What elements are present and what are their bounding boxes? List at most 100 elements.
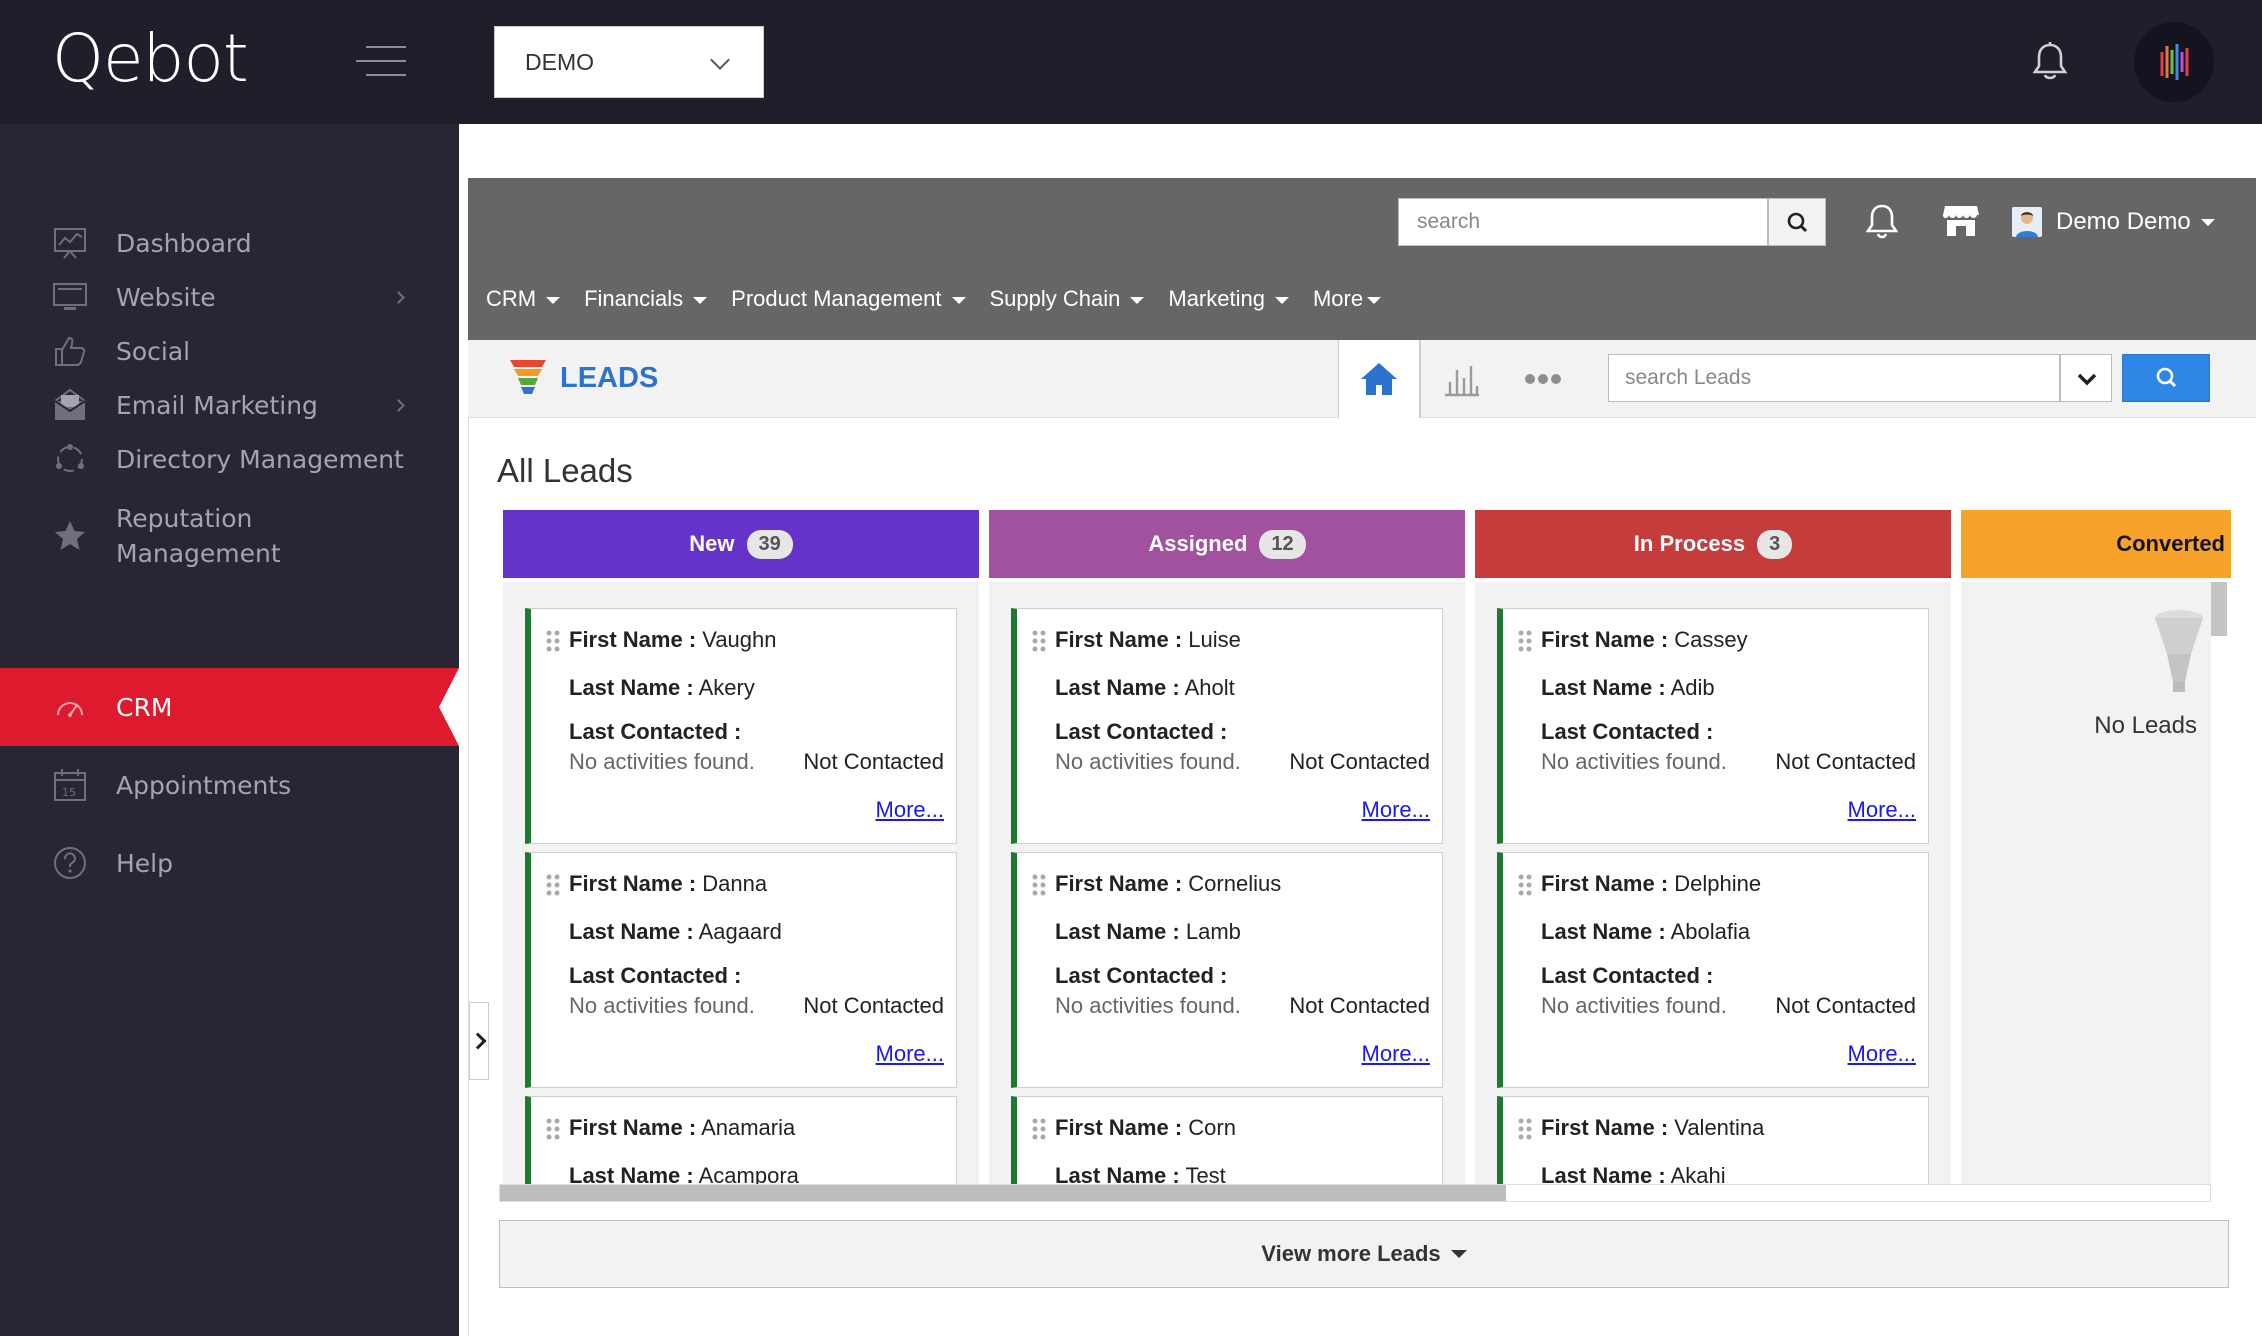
caret-down-icon <box>951 296 966 304</box>
caret-down-icon <box>693 296 708 304</box>
search-icon <box>2156 367 2177 388</box>
thumbs-up-icon <box>55 336 86 366</box>
more-link[interactable]: More... <box>1848 797 1916 823</box>
crm-header: search Demo Demo CRM Financials Product … <box>468 178 2256 340</box>
caret-down-icon <box>546 296 561 304</box>
nav-more[interactable]: More <box>1313 286 1382 312</box>
last-contacted-label: Last Contacted : <box>569 719 742 744</box>
first-name-row: First Name : Danna <box>569 871 768 896</box>
nav-supply-chain[interactable]: Supply Chain <box>990 286 1145 312</box>
qebot-logo[interactable]: Qebot <box>52 20 249 97</box>
sidebar-item-label: Website <box>116 282 216 312</box>
more-link[interactable]: More... <box>876 1041 944 1067</box>
lead-card[interactable]: First Name : Cornelius Last Name : Lamb … <box>1011 852 1443 1088</box>
nav-crm[interactable]: CRM <box>486 286 561 312</box>
horizontal-scrollbar[interactable] <box>499 1184 2211 1202</box>
sidebar-item-dashboard[interactable]: Dashboard <box>0 216 459 270</box>
sidebar-item-social[interactable]: Social <box>0 324 459 378</box>
lead-card[interactable]: First Name : Corn Last Name : Test <box>1011 1096 1443 1188</box>
view-more-leads-button[interactable]: View more Leads <box>499 1220 2229 1288</box>
drag-handle-icon[interactable] <box>1031 1117 1047 1141</box>
drag-handle-icon[interactable] <box>1517 629 1533 653</box>
last-contacted-label: Last Contacted : <box>1055 719 1228 744</box>
panel-toggle-button[interactable] <box>469 1002 489 1080</box>
tab-home[interactable] <box>1338 340 1420 418</box>
sidebar-item-label: Reputation Management <box>116 504 281 568</box>
sidebar-item-label: CRM <box>116 692 173 722</box>
leads-search-dropdown[interactable] <box>2060 354 2112 402</box>
column-converted: No Leads <box>1961 582 2211 1188</box>
crm-search-button[interactable] <box>1768 198 1826 246</box>
nav-financials[interactable]: Financials <box>584 286 708 312</box>
tab-reports[interactable] <box>1420 340 1502 418</box>
sidebar-item-reputation-management[interactable]: Reputation Management <box>0 486 459 586</box>
chevron-right-icon <box>392 398 405 412</box>
account-selector[interactable]: DEMO <box>494 26 764 98</box>
lead-card[interactable]: First Name : Danna Last Name : Aagaard L… <box>525 852 957 1088</box>
lead-card[interactable]: First Name : Vaughn Last Name : Akery La… <box>525 608 957 844</box>
lead-card[interactable]: First Name : Valentina Last Name : Akahi <box>1497 1096 1929 1188</box>
contact-status: Not Contacted <box>1775 749 1916 774</box>
speedometer-icon <box>57 702 83 717</box>
lead-card[interactable]: First Name : Delphine Last Name : Abolaf… <box>1497 852 1929 1088</box>
notification-bell-icon[interactable] <box>2030 40 2070 84</box>
sidebar-item-appointments[interactable]: 15 Appointments <box>0 746 459 824</box>
lead-card[interactable]: First Name : Luise Last Name : Aholt Las… <box>1011 608 1443 844</box>
column-header-in-process: In Process 3 <box>1475 510 1951 578</box>
monitor-icon <box>53 283 87 310</box>
user-name: Demo Demo <box>2056 208 2191 235</box>
horizontal-scrollbar-thumb[interactable] <box>500 1185 1506 1201</box>
sidebar-item-label: Directory Management <box>116 444 404 474</box>
last-contacted-label: Last Contacted : <box>1541 963 1714 988</box>
leads-search-button[interactable] <box>2122 354 2210 402</box>
crm-search-input[interactable]: search <box>1398 198 1768 246</box>
first-name-row: First Name : Anamaria <box>569 1115 796 1140</box>
drag-handle-icon[interactable] <box>1031 873 1047 897</box>
more-link[interactable]: More... <box>1362 797 1430 823</box>
contact-status: Not Contacted <box>1289 993 1430 1018</box>
envelope-icon <box>54 388 86 420</box>
sidebar-item-directory-management[interactable]: Directory Management <box>0 432 459 486</box>
drag-handle-icon[interactable] <box>1517 1117 1533 1141</box>
drag-handle-icon[interactable] <box>1031 629 1047 653</box>
drag-handle-icon[interactable] <box>1517 873 1533 897</box>
sidebar-item-label: Social <box>116 336 191 366</box>
drag-handle-icon[interactable] <box>545 629 561 653</box>
contact-status: Not Contacted <box>803 993 944 1018</box>
user-avatar[interactable] <box>2134 22 2214 102</box>
sidebar-item-email-marketing[interactable]: Email Marketing <box>0 378 459 432</box>
sidebar-item-help[interactable]: Help <box>0 824 459 902</box>
vertical-scrollbar-thumb[interactable] <box>2211 582 2227 636</box>
sidebar-item-crm[interactable]: CRM <box>0 668 459 746</box>
more-link[interactable]: More... <box>876 797 944 823</box>
drag-handle-icon[interactable] <box>545 873 561 897</box>
top-app-bar: Qebot DEMO <box>0 0 2262 124</box>
column-title: Converted <box>2116 531 2225 556</box>
star-icon <box>55 521 85 550</box>
store-icon[interactable] <box>1942 202 1980 240</box>
drag-handle-icon[interactable] <box>545 1117 561 1141</box>
calendar-icon: 15 <box>54 769 86 801</box>
lead-card[interactable]: First Name : Anamaria Last Name : Acampo… <box>525 1096 957 1188</box>
tab-more-options[interactable] <box>1502 340 1584 418</box>
home-icon <box>1361 363 1397 395</box>
column-header-converted: Converted <box>1961 510 2231 578</box>
user-menu[interactable]: Demo Demo <box>2012 200 2215 244</box>
svg-text:15: 15 <box>62 786 76 799</box>
column-assigned: First Name : Luise Last Name : Aholt Las… <box>989 582 1465 1188</box>
page-title: All Leads <box>497 452 633 489</box>
sidebar-item-website[interactable]: Website <box>0 270 459 324</box>
lead-card[interactable]: First Name : Cassey Last Name : Adib Las… <box>1497 608 1929 844</box>
more-link[interactable]: More... <box>1848 1041 1916 1067</box>
leads-search-input[interactable]: search Leads <box>1608 354 2060 402</box>
first-name-row: First Name : Vaughn <box>569 627 777 652</box>
nav-product-management[interactable]: Product Management <box>731 286 966 312</box>
nav-marketing[interactable]: Marketing <box>1168 286 1289 312</box>
crm-module-nav: CRM Financials Product Management Supply… <box>486 286 1405 312</box>
more-link[interactable]: More... <box>1362 1041 1430 1067</box>
last-name-row: Last Name : Aagaard <box>569 919 782 944</box>
menu-toggle-icon[interactable] <box>356 42 406 82</box>
crm-notification-bell-icon[interactable] <box>1864 202 1900 242</box>
last-name-row: Last Name : Aholt <box>1055 675 1235 700</box>
count-badge: 39 <box>746 529 793 559</box>
